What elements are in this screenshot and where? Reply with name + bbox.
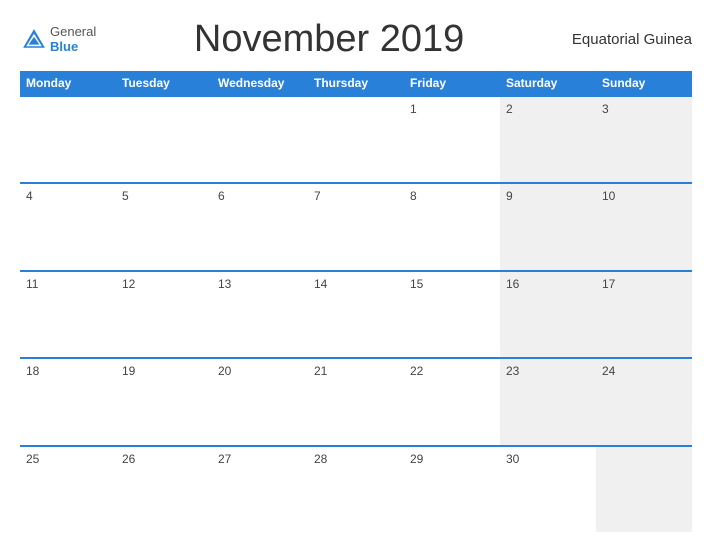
weekday-header-sunday: Sunday — [596, 71, 692, 95]
day-number: 7 — [314, 189, 321, 203]
cal-cell: 19 — [116, 359, 212, 444]
logo-general-text: General — [50, 25, 96, 39]
country-label: Equatorial Guinea — [562, 31, 692, 48]
weekday-header-wednesday: Wednesday — [212, 71, 308, 95]
cal-cell: 29 — [404, 447, 500, 532]
week-row-2: 11 12 13 14 15 16 17 — [20, 270, 692, 357]
cal-cell — [212, 97, 308, 182]
cal-cell: 20 — [212, 359, 308, 444]
day-number: 5 — [122, 189, 129, 203]
week-row-0: 1 2 3 — [20, 95, 692, 182]
day-number: 11 — [26, 277, 38, 291]
day-number: 23 — [506, 364, 519, 378]
cal-cell — [308, 97, 404, 182]
cal-cell: 18 — [20, 359, 116, 444]
cal-cell: 13 — [212, 272, 308, 357]
day-number: 3 — [602, 102, 609, 116]
cal-cell: 28 — [308, 447, 404, 532]
day-number: 28 — [314, 452, 327, 466]
cal-cell: 3 — [596, 97, 692, 182]
day-number: 8 — [410, 189, 417, 203]
day-number: 1 — [410, 102, 417, 116]
cal-cell: 5 — [116, 184, 212, 269]
cal-cell: 24 — [596, 359, 692, 444]
week-row-4: 25 26 27 28 29 30 — [20, 445, 692, 532]
day-number: 21 — [314, 364, 327, 378]
cal-cell: 14 — [308, 272, 404, 357]
cal-cell: 25 — [20, 447, 116, 532]
cal-cell: 8 — [404, 184, 500, 269]
day-number: 9 — [506, 189, 513, 203]
day-number: 24 — [602, 364, 615, 378]
cal-cell: 22 — [404, 359, 500, 444]
cal-cell: 23 — [500, 359, 596, 444]
logo-icon — [20, 26, 48, 54]
cal-cell: 26 — [116, 447, 212, 532]
day-number: 27 — [218, 452, 231, 466]
cal-cell: 7 — [308, 184, 404, 269]
day-number: 6 — [218, 189, 225, 203]
day-number: 2 — [506, 102, 513, 116]
cal-cell: 9 — [500, 184, 596, 269]
cal-cell: 15 — [404, 272, 500, 357]
month-title: November 2019 — [96, 18, 562, 61]
day-number: 29 — [410, 452, 423, 466]
day-number: 26 — [122, 452, 135, 466]
weekday-header-thursday: Thursday — [308, 71, 404, 95]
cal-cell: 10 — [596, 184, 692, 269]
logo-blue-text: Blue — [50, 40, 96, 54]
day-number: 12 — [122, 277, 135, 291]
logo-text: General Blue — [50, 25, 96, 54]
weekday-header-monday: Monday — [20, 71, 116, 95]
day-number: 30 — [506, 452, 519, 466]
cal-cell: 27 — [212, 447, 308, 532]
day-number: 18 — [26, 364, 39, 378]
day-number: 17 — [602, 277, 615, 291]
day-number: 15 — [410, 277, 423, 291]
day-number: 13 — [218, 277, 231, 291]
calendar-header: MondayTuesdayWednesdayThursdayFridaySatu… — [20, 71, 692, 95]
day-number: 25 — [26, 452, 39, 466]
cal-cell — [596, 447, 692, 532]
day-number: 10 — [602, 189, 615, 203]
cal-cell: 17 — [596, 272, 692, 357]
day-number: 22 — [410, 364, 423, 378]
cal-cell: 4 — [20, 184, 116, 269]
day-number: 14 — [314, 277, 327, 291]
week-row-3: 18 19 20 21 22 23 24 — [20, 357, 692, 444]
calendar-body: 1234567891011121314151617181920212223242… — [20, 95, 692, 532]
calendar: MondayTuesdayWednesdayThursdayFridaySatu… — [20, 71, 692, 532]
weekday-header-tuesday: Tuesday — [116, 71, 212, 95]
cal-cell: 2 — [500, 97, 596, 182]
day-number: 16 — [506, 277, 519, 291]
calendar-page: General Blue November 2019 Equatorial Gu… — [0, 0, 712, 550]
cal-cell: 6 — [212, 184, 308, 269]
day-number: 4 — [26, 189, 33, 203]
weekday-header-friday: Friday — [404, 71, 500, 95]
day-number: 19 — [122, 364, 135, 378]
cal-cell: 30 — [500, 447, 596, 532]
day-number: 20 — [218, 364, 231, 378]
header: General Blue November 2019 Equatorial Gu… — [20, 18, 692, 61]
cal-cell: 1 — [404, 97, 500, 182]
logo: General Blue — [20, 25, 96, 54]
cal-cell: 11 — [20, 272, 116, 357]
cal-cell: 16 — [500, 272, 596, 357]
week-row-1: 4 5 6 7 8 9 10 — [20, 182, 692, 269]
cal-cell — [20, 97, 116, 182]
cal-cell: 21 — [308, 359, 404, 444]
weekday-header-saturday: Saturday — [500, 71, 596, 95]
cal-cell: 12 — [116, 272, 212, 357]
cal-cell — [116, 97, 212, 182]
